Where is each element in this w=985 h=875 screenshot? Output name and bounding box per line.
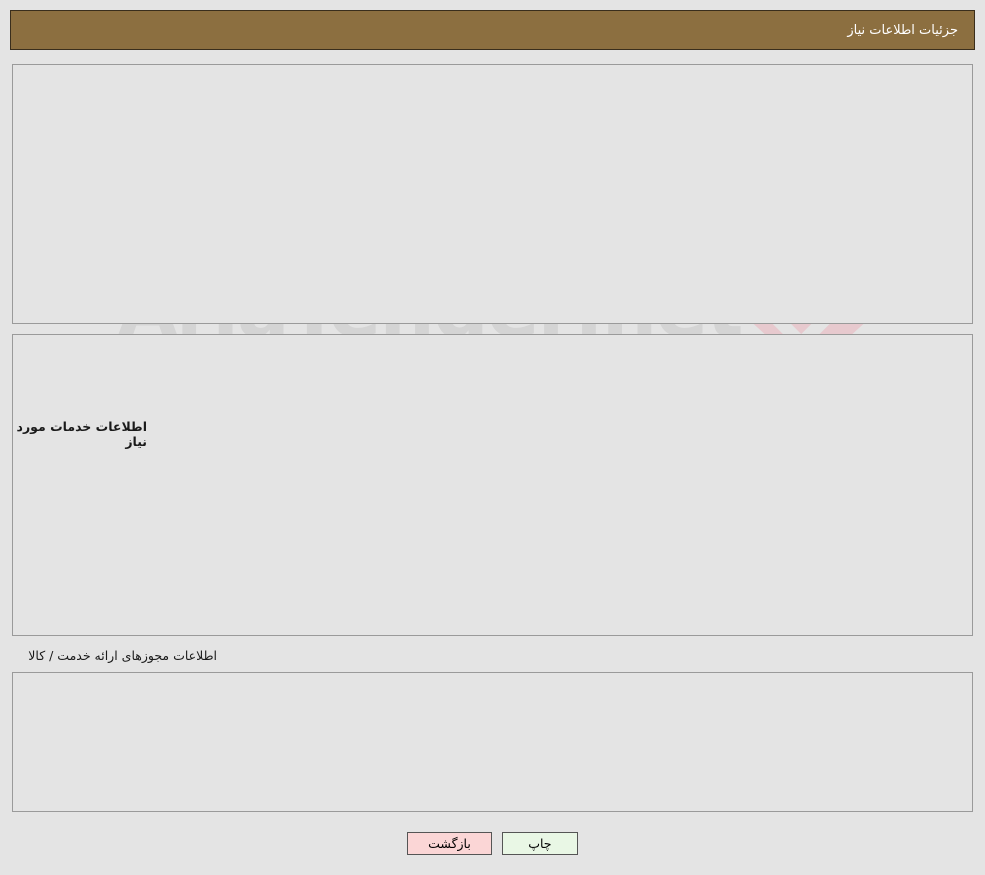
page-title: جزئیات اطلاعات نیاز [847,22,958,38]
permits-panel [12,672,973,812]
footer-actions: بازگشت چاپ [0,832,985,855]
print-button[interactable]: چاپ [501,832,578,855]
services-heading: اطلاعات خدمات مورد نیاز [16,419,147,449]
need-info-panel [12,64,973,324]
page-title-bar: جزئیات اطلاعات نیاز [10,10,975,50]
permits-caption: اطلاعات مجوزهای ارائه خدمت / کالا [28,648,217,663]
page-root: AriaTender .net جزئیات اطلاعات نیاز شمار… [0,0,985,875]
back-button[interactable]: بازگشت [407,832,492,855]
need-details-panel [12,334,973,636]
